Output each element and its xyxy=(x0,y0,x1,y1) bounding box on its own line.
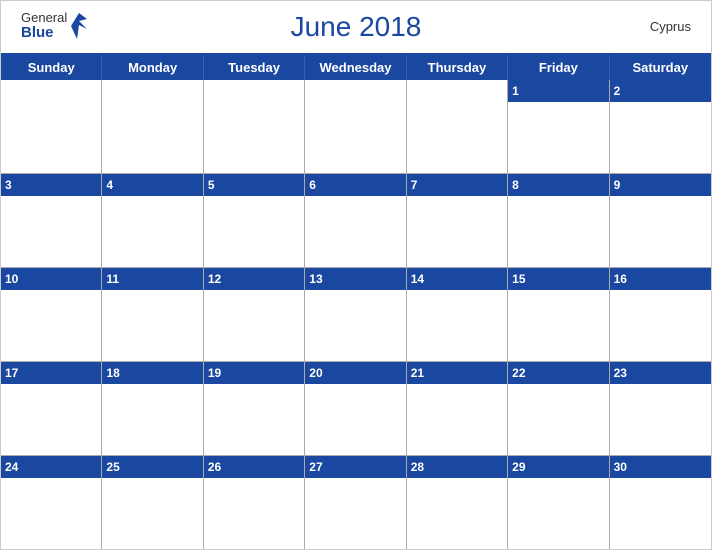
day-number: 19 xyxy=(208,366,221,380)
day-cell: 15 xyxy=(508,268,609,361)
day-number: 7 xyxy=(411,178,418,192)
day-cell: 27 xyxy=(305,456,406,549)
logo-blue-text: Blue xyxy=(21,25,67,42)
day-number: 29 xyxy=(512,460,525,474)
day-cell: 12 xyxy=(204,268,305,361)
day-cell: 4 xyxy=(102,174,203,267)
day-number: 12 xyxy=(208,272,221,286)
day-cell: 28 xyxy=(407,456,508,549)
day-cell: 9 xyxy=(610,174,711,267)
week-row-2: 3 4 5 6 7 8 9 xyxy=(1,174,711,268)
calendar-grid: Sunday Monday Tuesday Wednesday Thursday… xyxy=(1,53,711,549)
day-cell: 14 xyxy=(407,268,508,361)
day-number: 1 xyxy=(512,84,519,98)
day-number: 10 xyxy=(5,272,18,286)
day-number: 20 xyxy=(309,366,322,380)
day-number: 6 xyxy=(309,178,316,192)
day-cell: 7 xyxy=(407,174,508,267)
day-cell: 26 xyxy=(204,456,305,549)
calendar: General Blue June 2018 Cyprus Sunday Mon… xyxy=(0,0,712,550)
day-number: 15 xyxy=(512,272,525,286)
day-cell: 1 xyxy=(508,80,609,173)
day-number: 22 xyxy=(512,366,525,380)
day-number: 13 xyxy=(309,272,322,286)
logo-general-text: General xyxy=(21,11,67,25)
header-thursday: Thursday xyxy=(407,55,508,80)
day-cell: 21 xyxy=(407,362,508,455)
day-cell: 19 xyxy=(204,362,305,455)
day-number: 11 xyxy=(106,272,119,286)
logo: General Blue xyxy=(21,11,89,42)
day-number: 17 xyxy=(5,366,18,380)
calendar-weeks: 1234567891011121314151617181920212223242… xyxy=(1,80,711,549)
header-sunday: Sunday xyxy=(1,55,102,80)
week-row-3: 10 11 12 13 14 15 16 xyxy=(1,268,711,362)
week-row-5: 24 25 26 27 28 29 30 xyxy=(1,456,711,549)
day-number: 21 xyxy=(411,366,424,380)
day-cell: 13 xyxy=(305,268,406,361)
day-number: 18 xyxy=(106,366,119,380)
day-number: 28 xyxy=(411,460,424,474)
day-cell: 20 xyxy=(305,362,406,455)
day-cell xyxy=(407,80,508,173)
day-number: 25 xyxy=(106,460,119,474)
day-cell: 24 xyxy=(1,456,102,549)
header-tuesday: Tuesday xyxy=(204,55,305,80)
day-cell: 6 xyxy=(305,174,406,267)
day-number: 14 xyxy=(411,272,424,286)
day-number: 2 xyxy=(614,84,621,98)
header-friday: Friday xyxy=(508,55,609,80)
day-cell xyxy=(204,80,305,173)
day-number: 16 xyxy=(614,272,627,286)
day-cell: 18 xyxy=(102,362,203,455)
day-cell: 5 xyxy=(204,174,305,267)
day-cell: 30 xyxy=(610,456,711,549)
header-saturday: Saturday xyxy=(610,55,711,80)
day-cell: 8 xyxy=(508,174,609,267)
day-number: 5 xyxy=(208,178,215,192)
calendar-header: General Blue June 2018 Cyprus xyxy=(1,1,711,53)
day-number: 26 xyxy=(208,460,221,474)
logo-bird-icon xyxy=(69,11,89,41)
day-cell xyxy=(305,80,406,173)
day-cell: 22 xyxy=(508,362,609,455)
day-cell: 3 xyxy=(1,174,102,267)
day-number: 24 xyxy=(5,460,18,474)
day-number: 8 xyxy=(512,178,519,192)
day-cell: 2 xyxy=(610,80,711,173)
day-number: 30 xyxy=(614,460,627,474)
day-number: 9 xyxy=(614,178,621,192)
day-number: 3 xyxy=(5,178,12,192)
day-cell: 16 xyxy=(610,268,711,361)
day-number: 23 xyxy=(614,366,627,380)
calendar-title: June 2018 xyxy=(291,11,422,43)
header-monday: Monday xyxy=(102,55,203,80)
day-cell xyxy=(102,80,203,173)
day-headers-row: Sunday Monday Tuesday Wednesday Thursday… xyxy=(1,55,711,80)
day-number: 27 xyxy=(309,460,322,474)
day-cell: 29 xyxy=(508,456,609,549)
day-cell: 10 xyxy=(1,268,102,361)
week-row-1: 12 xyxy=(1,80,711,174)
header-wednesday: Wednesday xyxy=(305,55,406,80)
day-number: 4 xyxy=(106,178,113,192)
week-row-4: 17 18 19 20 21 22 23 xyxy=(1,362,711,456)
day-cell xyxy=(1,80,102,173)
day-cell: 23 xyxy=(610,362,711,455)
day-cell: 17 xyxy=(1,362,102,455)
day-cell: 11 xyxy=(102,268,203,361)
calendar-country: Cyprus xyxy=(650,19,691,34)
day-cell: 25 xyxy=(102,456,203,549)
